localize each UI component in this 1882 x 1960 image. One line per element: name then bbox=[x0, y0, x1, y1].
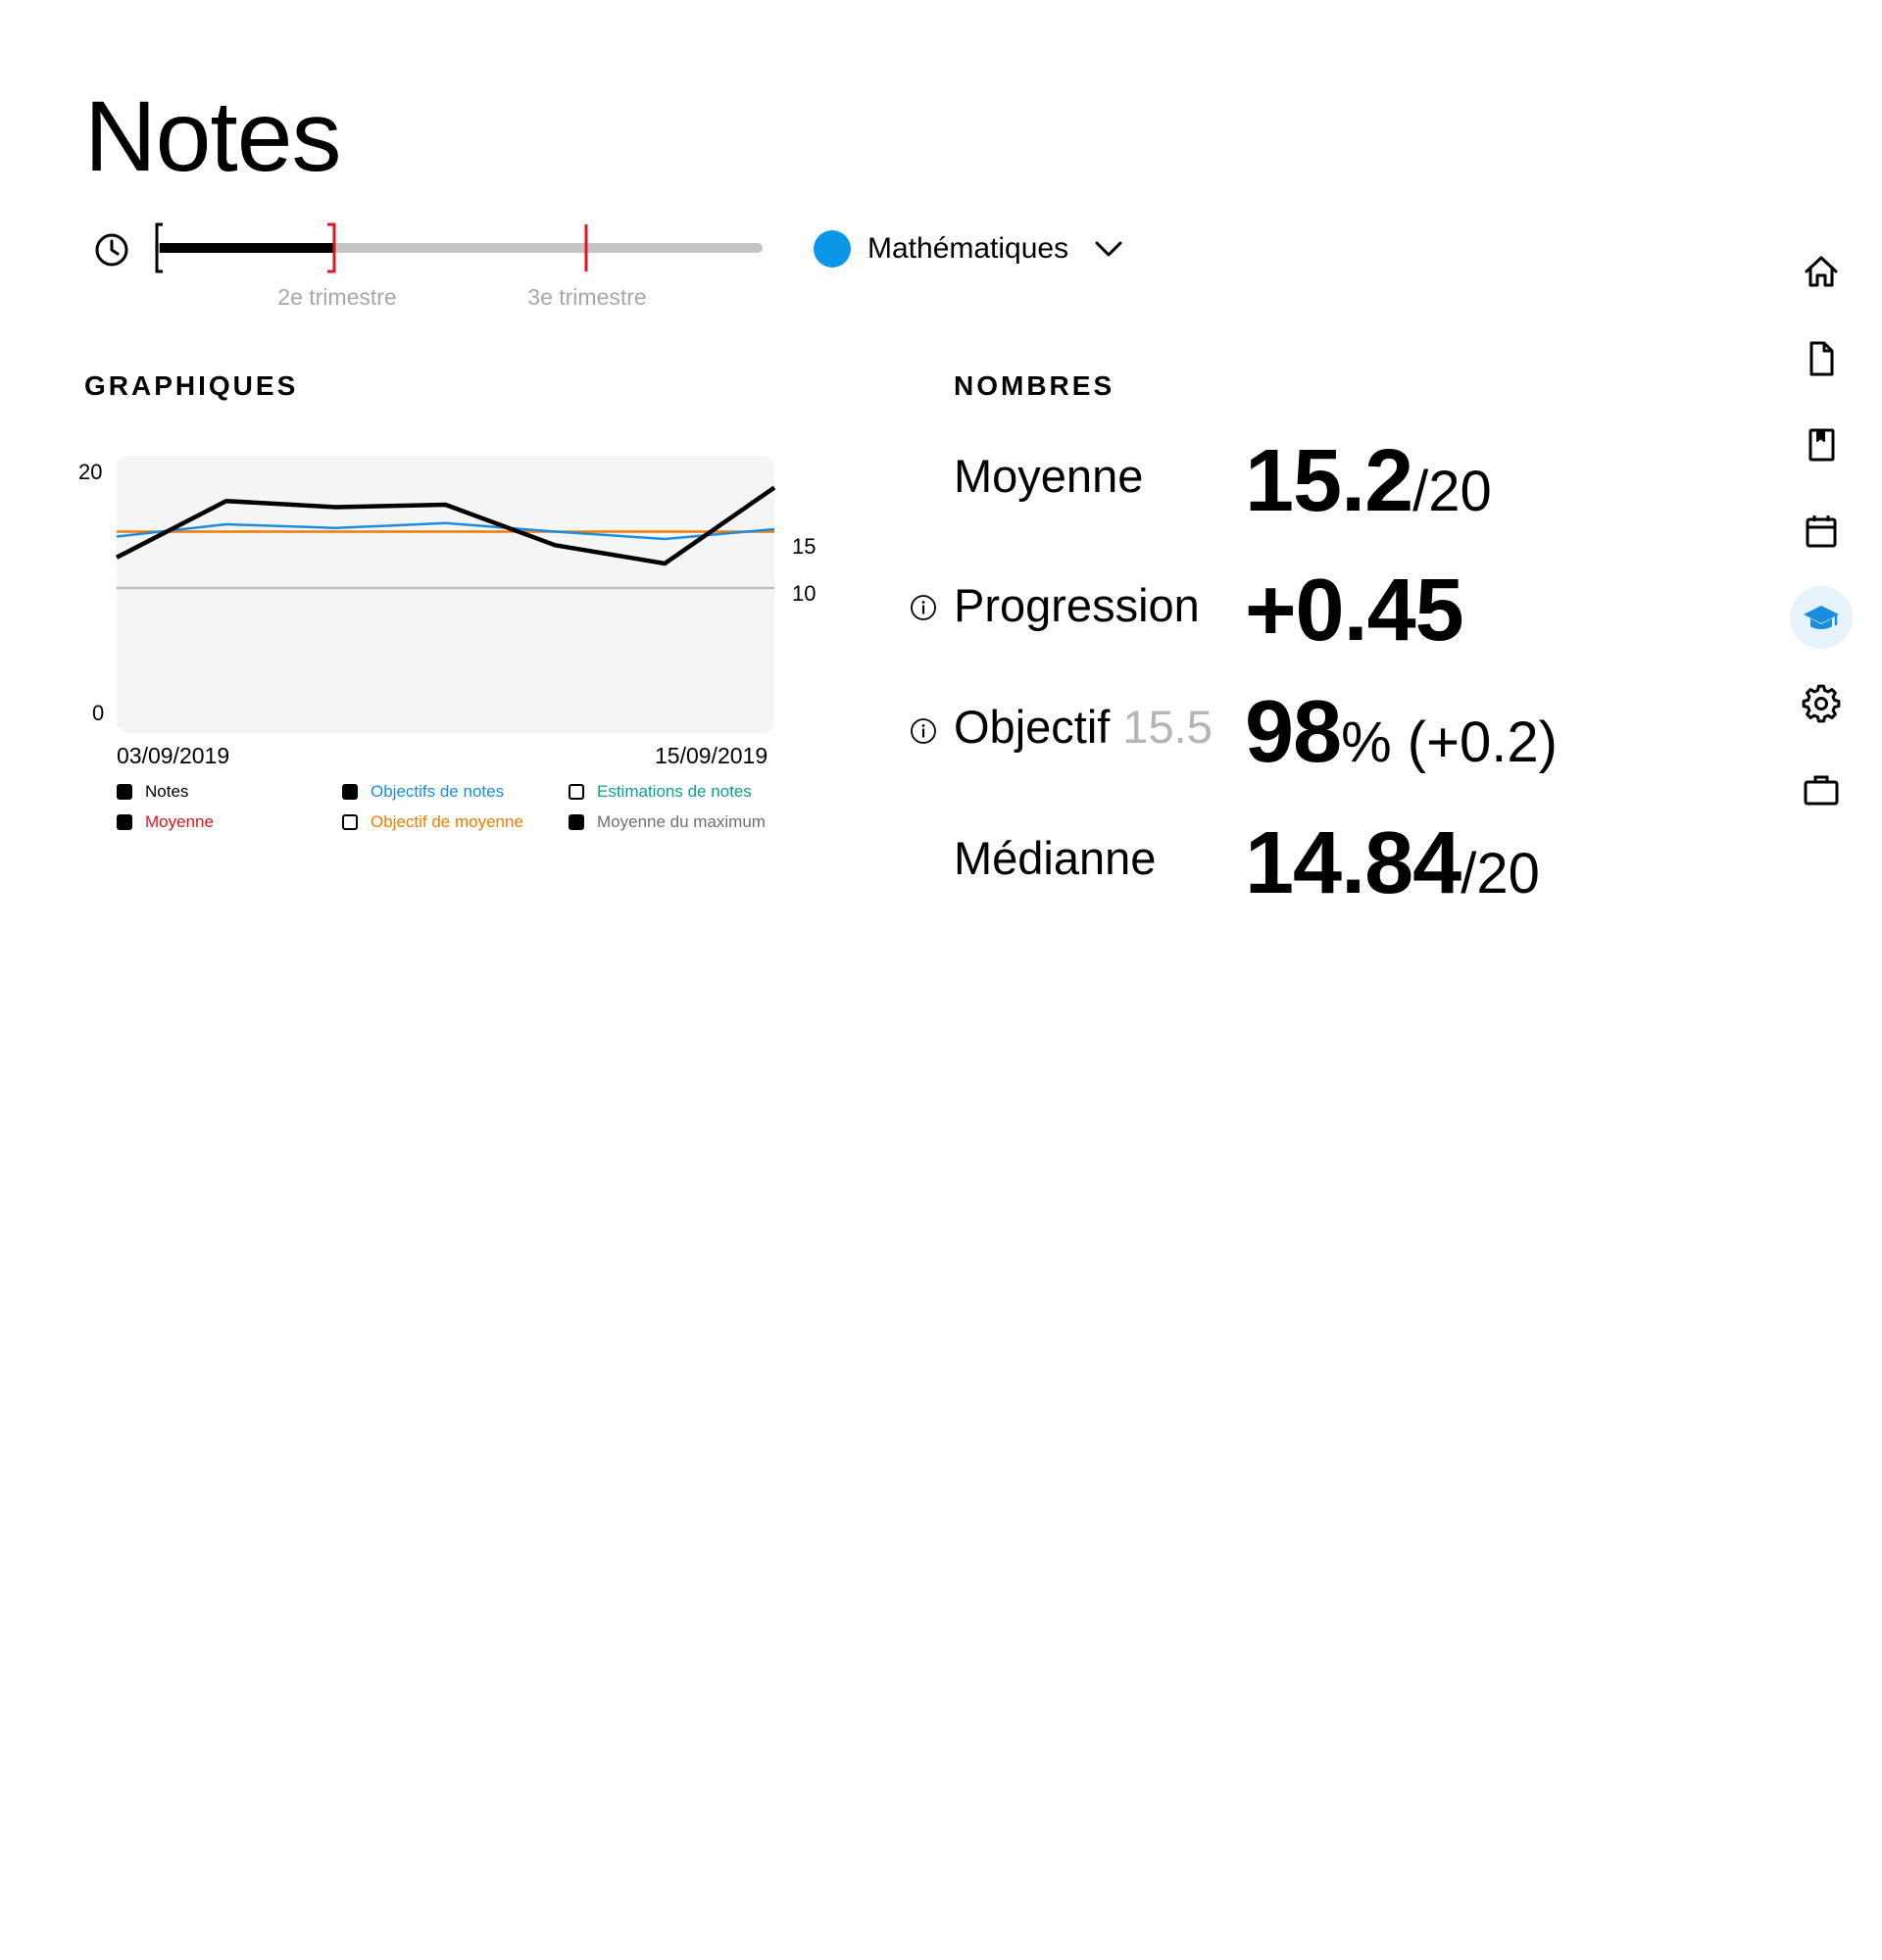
chevron-down-icon bbox=[1095, 241, 1122, 257]
gear-icon bbox=[1802, 684, 1841, 723]
objectif-suffix: % (+0.2) bbox=[1341, 710, 1558, 774]
stat-label-objectif: Objectif 15.5 bbox=[954, 700, 1213, 754]
clock-icon bbox=[95, 233, 128, 267]
period-slider[interactable] bbox=[152, 220, 769, 309]
legend-item-moyenne[interactable]: Moyenne bbox=[117, 812, 214, 832]
info-icon-objectif[interactable] bbox=[910, 717, 937, 745]
grades-chart: 20 0 15 10 bbox=[78, 456, 816, 733]
graduation-cap-icon bbox=[1804, 606, 1839, 629]
legend-label: Moyenne bbox=[145, 812, 214, 831]
legend-item-notes[interactable]: Notes bbox=[117, 782, 188, 802]
legend-checkbox[interactable] bbox=[569, 784, 584, 800]
legend-item-estimations-de-notes[interactable]: Estimations de notes bbox=[569, 782, 752, 802]
legend-checkbox[interactable] bbox=[342, 784, 358, 800]
objectif-label-text: Objectif bbox=[954, 701, 1111, 753]
nav-home[interactable] bbox=[1790, 240, 1853, 303]
mediane-number: 14.84 bbox=[1245, 814, 1461, 912]
legend-label: Estimations de notes bbox=[597, 782, 752, 801]
objectif-percent-number: 98 bbox=[1245, 683, 1342, 781]
legend-checkbox[interactable] bbox=[117, 784, 132, 800]
page-title: Notes bbox=[84, 80, 341, 192]
stat-label-mediane: Médianne bbox=[954, 832, 1157, 884]
legend-label: Objectif de moyenne bbox=[371, 812, 523, 831]
stat-value-mediane: 14.84/20 bbox=[1245, 813, 1540, 914]
subject-color-dot bbox=[814, 230, 851, 268]
mediane-suffix: /20 bbox=[1461, 842, 1540, 906]
moyenne-suffix: /20 bbox=[1412, 460, 1492, 523]
nav-grades[interactable] bbox=[1790, 586, 1853, 649]
legend-checkbox[interactable] bbox=[342, 814, 358, 830]
legend-item-moyenne-du-maximum[interactable]: Moyenne du maximum bbox=[569, 812, 766, 832]
calendar-icon bbox=[1806, 515, 1837, 548]
legend-label: Notes bbox=[145, 782, 189, 801]
y-tick-right-15: 15 bbox=[792, 534, 816, 559]
moyenne-number: 15.2 bbox=[1245, 432, 1413, 530]
subject-name: Mathématiques bbox=[867, 232, 1069, 265]
y-tick-left-0: 0 bbox=[92, 701, 104, 725]
info-icon-progression[interactable] bbox=[910, 594, 937, 621]
y-tick-left-20: 20 bbox=[78, 460, 102, 484]
legend-item-objectifs-de-notes[interactable]: Objectifs de notes bbox=[342, 782, 504, 802]
y-tick-right-10: 10 bbox=[792, 581, 816, 606]
legend-checkbox[interactable] bbox=[117, 814, 132, 830]
nav-book[interactable] bbox=[1790, 414, 1853, 476]
stat-label-progression: Progression bbox=[954, 579, 1200, 631]
legend-checkbox[interactable] bbox=[569, 814, 584, 830]
subject-selector[interactable]: Mathématiques bbox=[814, 225, 1123, 272]
progression-number: +0.45 bbox=[1245, 562, 1464, 660]
briefcase-icon bbox=[1804, 775, 1839, 806]
legend-label: Moyenne du maximum bbox=[597, 812, 766, 831]
book-icon bbox=[1808, 428, 1835, 462]
nav-briefcase[interactable] bbox=[1790, 759, 1853, 821]
chart-start-date: 03/09/2019 bbox=[117, 743, 230, 768]
stat-value-objectif: 98% (+0.2) bbox=[1245, 682, 1558, 783]
period-label-3e-trimestre: 3e trimestre bbox=[527, 284, 647, 310]
objectif-target-value: 15.5 bbox=[1122, 701, 1213, 753]
legend-label: Objectifs de notes bbox=[371, 782, 505, 801]
stat-label-moyenne: Moyenne bbox=[954, 450, 1144, 502]
chart-end-date: 15/09/2019 bbox=[655, 743, 768, 768]
home-icon bbox=[1805, 256, 1838, 287]
nav-settings[interactable] bbox=[1790, 672, 1853, 735]
section-title-graphiques: GRAPHIQUES bbox=[84, 370, 299, 401]
section-title-nombres: NOMBRES bbox=[954, 370, 1115, 401]
nav-calendar[interactable] bbox=[1790, 500, 1853, 563]
chart-plot-area bbox=[117, 456, 774, 733]
nav-documents[interactable] bbox=[1790, 327, 1853, 390]
stat-value-moyenne: 15.2/20 bbox=[1245, 431, 1492, 532]
stat-value-progression: +0.45 bbox=[1245, 561, 1464, 662]
legend-item-objectif-de-moyenne[interactable]: Objectif de moyenne bbox=[342, 812, 523, 832]
period-label-2e-trimestre: 2e trimestre bbox=[277, 284, 397, 310]
file-icon bbox=[1809, 341, 1834, 376]
